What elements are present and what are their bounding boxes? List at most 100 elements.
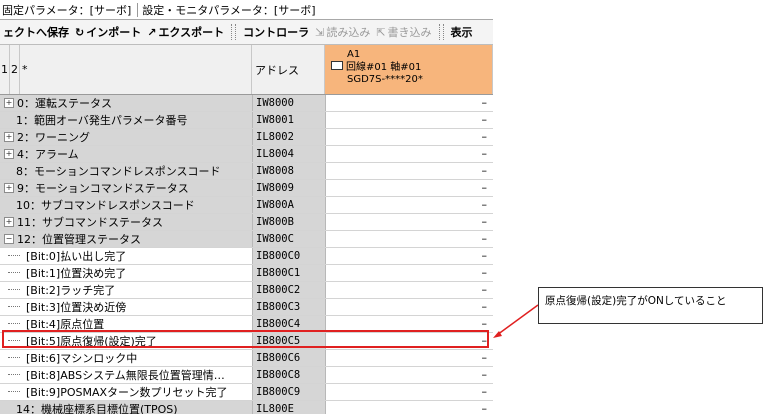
row-value[interactable]: – xyxy=(325,350,493,366)
row-address: IW800C xyxy=(252,231,325,247)
row-name-cell[interactable]: [Bit:3]位置決め近傍 xyxy=(0,299,252,315)
table-row[interactable]: 1：範囲オーバ発生パラメータ番号 IW8001– xyxy=(0,112,493,129)
table-row[interactable]: +0：運転ステータス IW8000– xyxy=(0,95,493,112)
row-value[interactable]: – xyxy=(325,180,493,196)
row-address: IW800B xyxy=(252,214,325,230)
table-row[interactable]: [Bit:2]ラッチ完了 IB800C2– xyxy=(0,282,493,299)
table-row[interactable]: 8：モーションコマンドレスポンスコード IW8008– xyxy=(0,163,493,180)
row-name-cell[interactable]: +11：サブコマンドステータス xyxy=(0,214,252,230)
row-value[interactable]: – xyxy=(325,231,493,247)
row-value[interactable]: – xyxy=(325,401,493,414)
write-icon: ⇱ xyxy=(376,25,386,39)
row-name-cell[interactable]: [Bit:6]マシンロック中 xyxy=(0,350,252,366)
header-axis-a1[interactable]: A1 回線#01 軸#01 SGD7S-****20* xyxy=(325,45,493,94)
header-col-2[interactable]: 2 xyxy=(10,45,20,94)
tree-line-icon xyxy=(8,374,20,376)
table-row[interactable]: [Bit:6]マシンロック中 IB800C6– xyxy=(0,350,493,367)
axis-label: 回線#01 軸#01 xyxy=(346,62,422,73)
row-name-cell[interactable]: [Bit:0]払い出し完了 xyxy=(0,248,252,264)
expand-icon[interactable]: + xyxy=(4,132,14,142)
read-button[interactable]: ⇲ 読み込み xyxy=(312,24,373,40)
tab-fixed-params[interactable]: 固定パラメータ：[サーボ] xyxy=(0,2,135,18)
collapse-icon[interactable]: − xyxy=(4,234,14,244)
table-row[interactable]: 10：サブコマンドレスポンスコード IW800A – xyxy=(0,197,493,214)
row-value[interactable]: – xyxy=(325,333,493,349)
export-icon: ↗ xyxy=(147,25,157,39)
row-value[interactable]: – xyxy=(325,248,493,264)
row-name-cell[interactable]: +4：アラーム xyxy=(0,146,252,162)
row-name-cell[interactable]: [Bit:9]POSMAXターン数プリセット完了 xyxy=(0,384,252,400)
table-row[interactable]: 14：機械座標系目標位置(TPOS) IL800E – xyxy=(0,401,493,414)
header-col-1[interactable]: 1 xyxy=(0,45,10,94)
row-address: IB800C6 xyxy=(252,350,325,366)
axis-line: 回線#01 軸#01 xyxy=(325,61,421,74)
row-value[interactable]: – xyxy=(325,197,493,213)
table-row[interactable]: +4：アラーム IL8004– xyxy=(0,146,493,163)
row-value[interactable]: – xyxy=(325,316,493,332)
header-col-star[interactable]: * xyxy=(20,45,252,94)
table-row[interactable]: [Bit:0]払い出し完了 IB800C0– xyxy=(0,248,493,265)
expand-icon[interactable]: + xyxy=(4,183,14,193)
row-name-cell[interactable]: 8：モーションコマンドレスポンスコード xyxy=(0,163,252,179)
row-address: IB800C3 xyxy=(252,299,325,315)
tree-line-icon xyxy=(8,255,20,257)
import-button[interactable]: ↻ インポート xyxy=(72,24,144,40)
tree-line-icon xyxy=(8,272,20,274)
parameter-grid: 1 2 * アドレス A1 回線#01 軸#01 SGD7S-****20* +… xyxy=(0,45,493,414)
row-label: [Bit:5]原点復帰(設定)完了 xyxy=(26,335,157,348)
table-row[interactable]: [Bit:4]原点位置 IB800C4– xyxy=(0,316,493,333)
row-name-cell[interactable]: −12：位置管理ステータス xyxy=(0,231,252,247)
row-name-cell[interactable]: [Bit:8]ABSシステム無限長位置管理情… xyxy=(0,367,252,383)
row-name-cell[interactable]: +9：モーションコマンドステータス xyxy=(0,180,252,196)
table-row[interactable]: −12：位置管理ステータス IW800C – xyxy=(0,231,493,248)
header-address[interactable]: アドレス xyxy=(252,45,325,94)
row-address: IB800C2 xyxy=(252,282,325,298)
expand-icon[interactable]: + xyxy=(4,149,14,159)
row-name-cell[interactable]: [Bit:4]原点位置 xyxy=(0,316,252,332)
row-value[interactable]: – xyxy=(325,282,493,298)
expand-icon[interactable]: + xyxy=(4,217,14,227)
save-to-project-button[interactable]: ェクトへ保存 xyxy=(0,24,72,40)
row-name-cell[interactable]: [Bit:1]位置決め完了 xyxy=(0,265,252,281)
row-value[interactable]: – xyxy=(325,95,493,111)
table-row[interactable]: [Bit:1]位置決め完了 IB800C1– xyxy=(0,265,493,282)
row-value[interactable]: – xyxy=(325,163,493,179)
table-row[interactable]: [Bit:3]位置決め近傍 IB800C3– xyxy=(0,299,493,316)
toolbar: ェクトへ保存 ↻ インポート ↗ エクスポート コントローラ ⇲ 読み込み ⇱ 書き込み… xyxy=(0,20,493,45)
row-value[interactable]: – xyxy=(325,265,493,281)
write-button[interactable]: ⇱ 書き込み xyxy=(373,24,434,40)
row-value[interactable]: – xyxy=(325,384,493,400)
table-row[interactable]: +2：ワーニング IL8002– xyxy=(0,129,493,146)
row-value[interactable]: – xyxy=(325,214,493,230)
row-name-cell[interactable]: [Bit:2]ラッチ完了 xyxy=(0,282,252,298)
row-address: IW8008 xyxy=(252,163,325,179)
row-value[interactable]: – xyxy=(325,112,493,128)
row-name-cell[interactable]: 1：範囲オーバ発生パラメータ番号 xyxy=(0,112,252,128)
row-address: IW8000 xyxy=(252,95,325,111)
controller-button[interactable]: コントローラ xyxy=(240,24,312,40)
tab-divider xyxy=(137,2,139,17)
table-row[interactable]: [Bit:9]POSMAXターン数プリセット完了 IB800C9– xyxy=(0,384,493,401)
callout-note: 原点復帰(設定)完了がONしていること xyxy=(538,287,763,324)
row-name-cell[interactable]: +2：ワーニング xyxy=(0,129,252,145)
row-name-cell[interactable]: [Bit:5]原点復帰(設定)完了 xyxy=(0,333,252,349)
row-label: 10：サブコマンドレスポンスコード xyxy=(16,199,195,212)
row-name-cell[interactable]: 10：サブコマンドレスポンスコード xyxy=(0,197,252,213)
row-address: IB800C1 xyxy=(252,265,325,281)
row-value[interactable]: – xyxy=(325,129,493,145)
tab-setting-monitor-params[interactable]: 設定・モニタパラメータ：[サーボ] xyxy=(140,2,319,18)
grid-header: 1 2 * アドレス A1 回線#01 軸#01 SGD7S-****20* xyxy=(0,45,493,95)
table-row[interactable]: [Bit:5]原点復帰(設定)完了 IB800C5– xyxy=(0,333,493,350)
expand-icon[interactable]: + xyxy=(4,98,14,108)
row-name-cell[interactable]: 14：機械座標系目標位置(TPOS) xyxy=(0,401,252,414)
row-name-cell[interactable]: +0：運転ステータス xyxy=(0,95,252,111)
row-value[interactable]: – xyxy=(325,146,493,162)
table-row[interactable]: +9：モーションコマンドステータス IW8009– xyxy=(0,180,493,197)
table-row[interactable]: [Bit:8]ABSシステム無限長位置管理情… IB800C8– xyxy=(0,367,493,384)
table-row[interactable]: +11：サブコマンドステータス IW800B – xyxy=(0,214,493,231)
row-address: IL8002 xyxy=(252,129,325,145)
row-value[interactable]: – xyxy=(325,367,493,383)
row-value[interactable]: – xyxy=(325,299,493,315)
display-button[interactable]: 表示 xyxy=(448,24,476,40)
export-button[interactable]: ↗ エクスポート xyxy=(144,24,227,40)
